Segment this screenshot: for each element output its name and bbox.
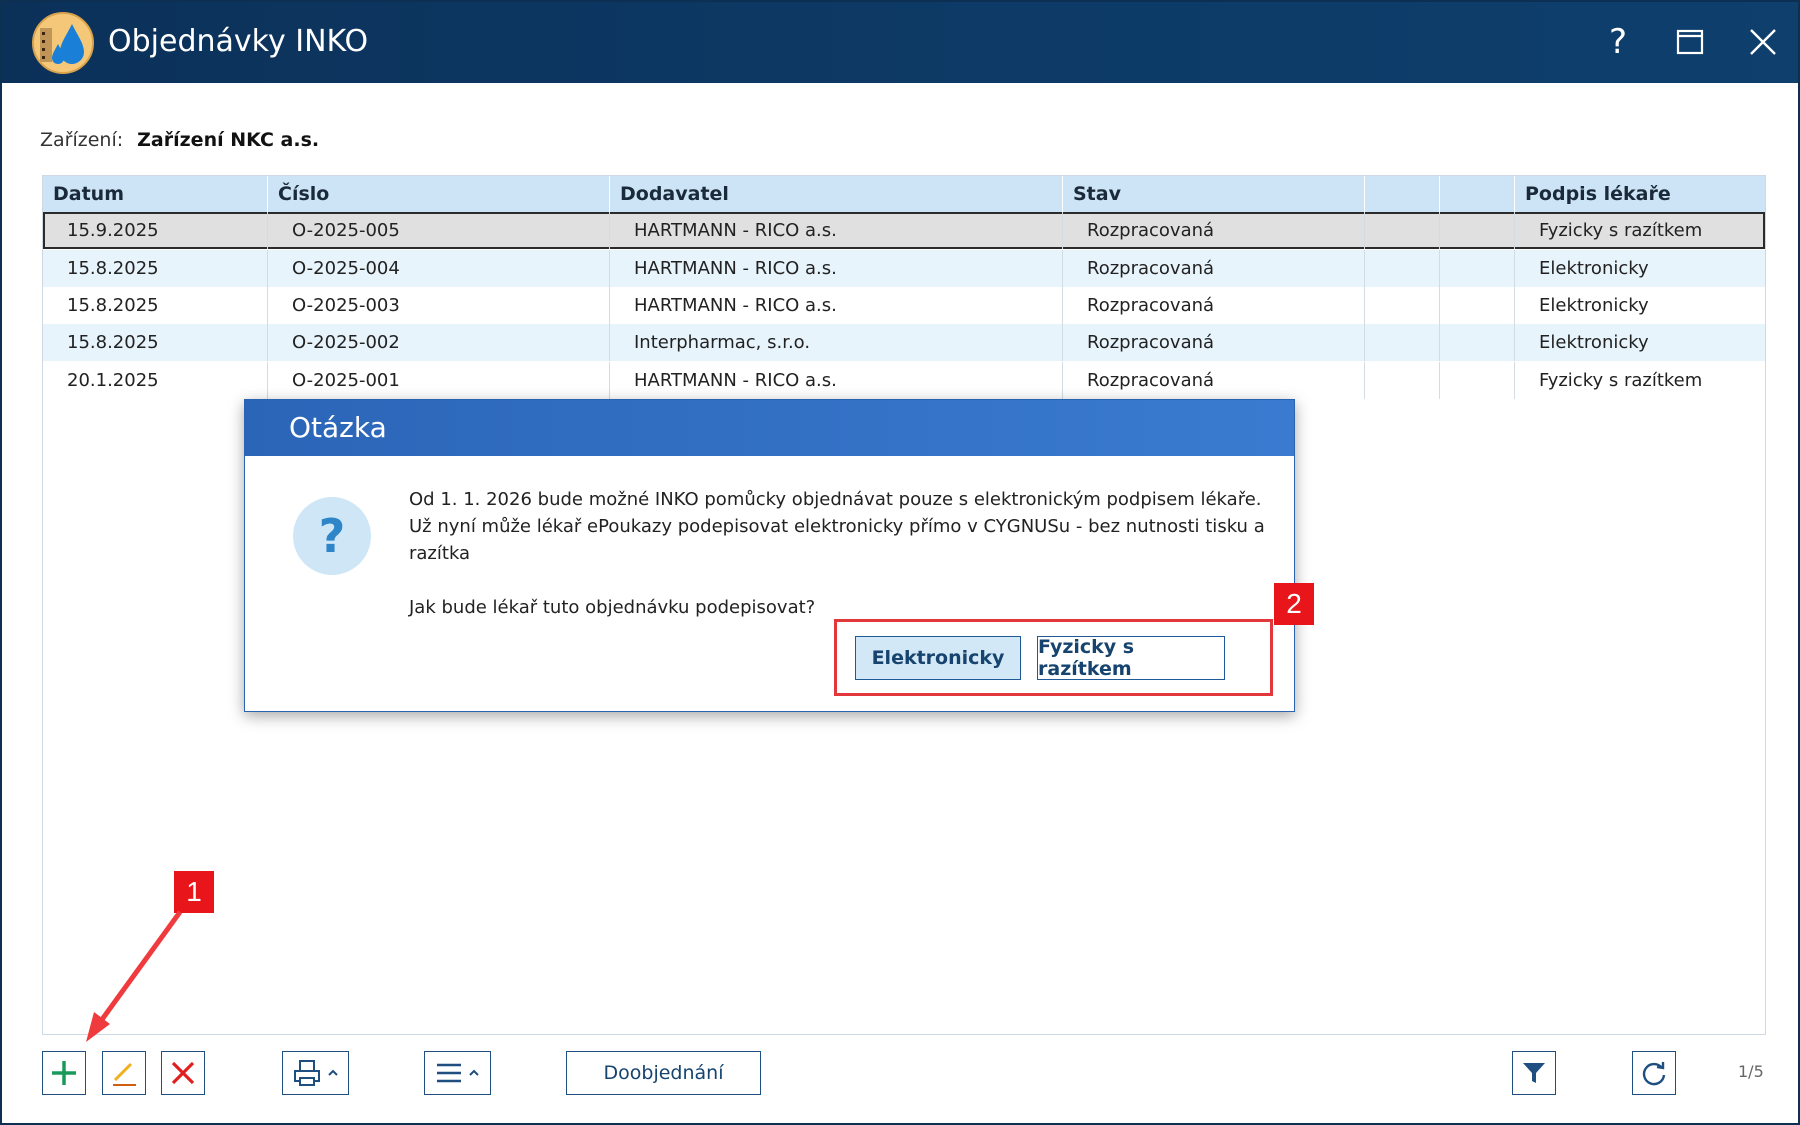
maximize-button[interactable] [1664,16,1716,68]
cell-podpis: Elektronicky [1539,295,1649,316]
dialog-message-line: Od 1. 1. 2026 bude možné INKO pomůcky ob… [409,489,1262,510]
cell-podpis: Fyzicky s razítkem [1539,220,1703,241]
cell-empty [1440,250,1515,287]
column-header-stav[interactable]: Stav [1063,176,1365,212]
add-button[interactable] [42,1051,86,1095]
cell-cislo: O-2025-005 [268,212,610,249]
table-row[interactable]: 15.9.2025 O-2025-005 HARTMANN - RICO a.s… [43,212,1765,249]
cell-empty [1365,250,1440,287]
cell-datum: 15.8.2025 [43,324,268,361]
close-button[interactable] [1737,16,1789,68]
table-header: Datum Číslo Dodavatel Stav Podpis lékaře [43,176,1765,212]
column-header-podpis[interactable]: Podpis lékaře [1515,176,1765,212]
cell-datum: 20.1.2025 [43,362,268,399]
cell-cislo: O-2025-003 [268,287,610,324]
column-header-empty-2[interactable] [1440,176,1515,212]
cell-dodavatel: HARTMANN - RICO a.s. [610,212,1063,249]
reorder-button[interactable]: Doobjednání [566,1051,761,1095]
app-window: Objednávky INKO ? Zařízení: Zařízení NKC … [0,0,1800,1125]
table-row[interactable]: 15.8.2025 O-2025-004 HARTMANN - RICO a.s… [43,250,1765,287]
table-row[interactable]: 20.1.2025 O-2025-001 HARTMANN - RICO a.s… [43,362,1765,399]
dialog-message-line: razítka [409,543,471,564]
cell-empty [1440,324,1515,361]
close-icon [1750,29,1776,55]
dialog-title: Otázka [245,400,1294,456]
window-title: Objednávky INKO [108,24,369,59]
printer-icon [293,1060,320,1086]
annotation-badge-1: 1 [174,871,214,913]
delete-button[interactable] [161,1051,205,1095]
annotation-highlight-box [834,619,1273,696]
question-icon: ? [293,497,371,575]
cell-datum: 15.9.2025 [43,212,268,249]
cell-podpis: Elektronicky [1539,332,1649,353]
column-header-datum[interactable]: Datum [43,176,268,212]
table-row[interactable]: 15.8.2025 O-2025-003 HARTMANN - RICO a.s… [43,287,1765,324]
annotation-badge-2: 2 [1274,583,1314,625]
cell-datum: 15.8.2025 [43,287,268,324]
drops-app-icon [32,12,94,74]
chevron-up-icon [468,1069,479,1076]
cell-cislo: O-2025-001 [268,362,610,399]
cell-empty [1365,362,1440,399]
cell-podpis: Fyzicky s razítkem [1539,370,1703,391]
chevron-up-icon [327,1069,338,1076]
cell-stav: Rozpracovaná [1063,250,1365,287]
cell-stav: Rozpracovaná [1063,212,1365,249]
table-row[interactable]: 15.8.2025 O-2025-002 Interpharmac, s.r.o… [43,324,1765,361]
facility-label: Zařízení: [40,129,124,151]
cell-empty [1365,287,1440,324]
title-bar: Objednávky INKO ? [2,2,1798,83]
edit-button[interactable] [102,1051,146,1095]
cell-podpis: Elektronicky [1539,258,1649,279]
column-header-empty-1[interactable] [1365,176,1440,212]
facility-value: Zařízení NKC a.s. [137,129,320,151]
cell-cislo: O-2025-004 [268,250,610,287]
menu-lines-icon [436,1063,461,1083]
column-header-dodavatel[interactable]: Dodavatel [610,176,1063,212]
cell-empty [1440,362,1515,399]
x-delete-icon [171,1061,195,1085]
cell-stav: Rozpracovaná [1063,287,1365,324]
cell-empty [1365,212,1440,249]
help-button[interactable]: ? [1592,16,1644,68]
cell-stav: Rozpracovaná [1063,324,1365,361]
menu-button[interactable] [424,1051,491,1095]
maximize-icon [1676,29,1704,55]
filter-button[interactable] [1512,1051,1556,1095]
dialog-message-line: Už nyní může lékař ePoukazy podepisovat … [409,516,1265,537]
facility-info: Zařízení: Zařízení NKC a.s. [40,128,319,152]
cell-stav: Rozpracovaná [1063,362,1365,399]
cell-empty [1440,212,1515,249]
refresh-icon [1642,1062,1666,1086]
cell-dodavatel: HARTMANN - RICO a.s. [610,287,1063,324]
cell-empty [1365,324,1440,361]
cell-dodavatel: HARTMANN - RICO a.s. [610,362,1063,399]
cell-empty [1440,287,1515,324]
column-header-cislo[interactable]: Číslo [268,176,610,212]
cell-dodavatel: Interpharmac, s.r.o. [610,324,1063,361]
filter-icon [1523,1063,1545,1083]
pencil-icon [113,1062,136,1086]
dialog-message: Od 1. 1. 2026 bude možné INKO pomůcky ob… [409,486,1269,567]
dialog-question: Jak bude lékař tuto objednávku podepisov… [409,597,816,618]
print-button[interactable] [282,1051,349,1095]
page-indicator: 1/5 [1738,1062,1764,1081]
plus-icon [52,1061,76,1085]
cell-datum: 15.8.2025 [43,250,268,287]
cell-dodavatel: HARTMANN - RICO a.s. [610,250,1063,287]
cell-cislo: O-2025-002 [268,324,610,361]
refresh-button[interactable] [1632,1051,1676,1095]
